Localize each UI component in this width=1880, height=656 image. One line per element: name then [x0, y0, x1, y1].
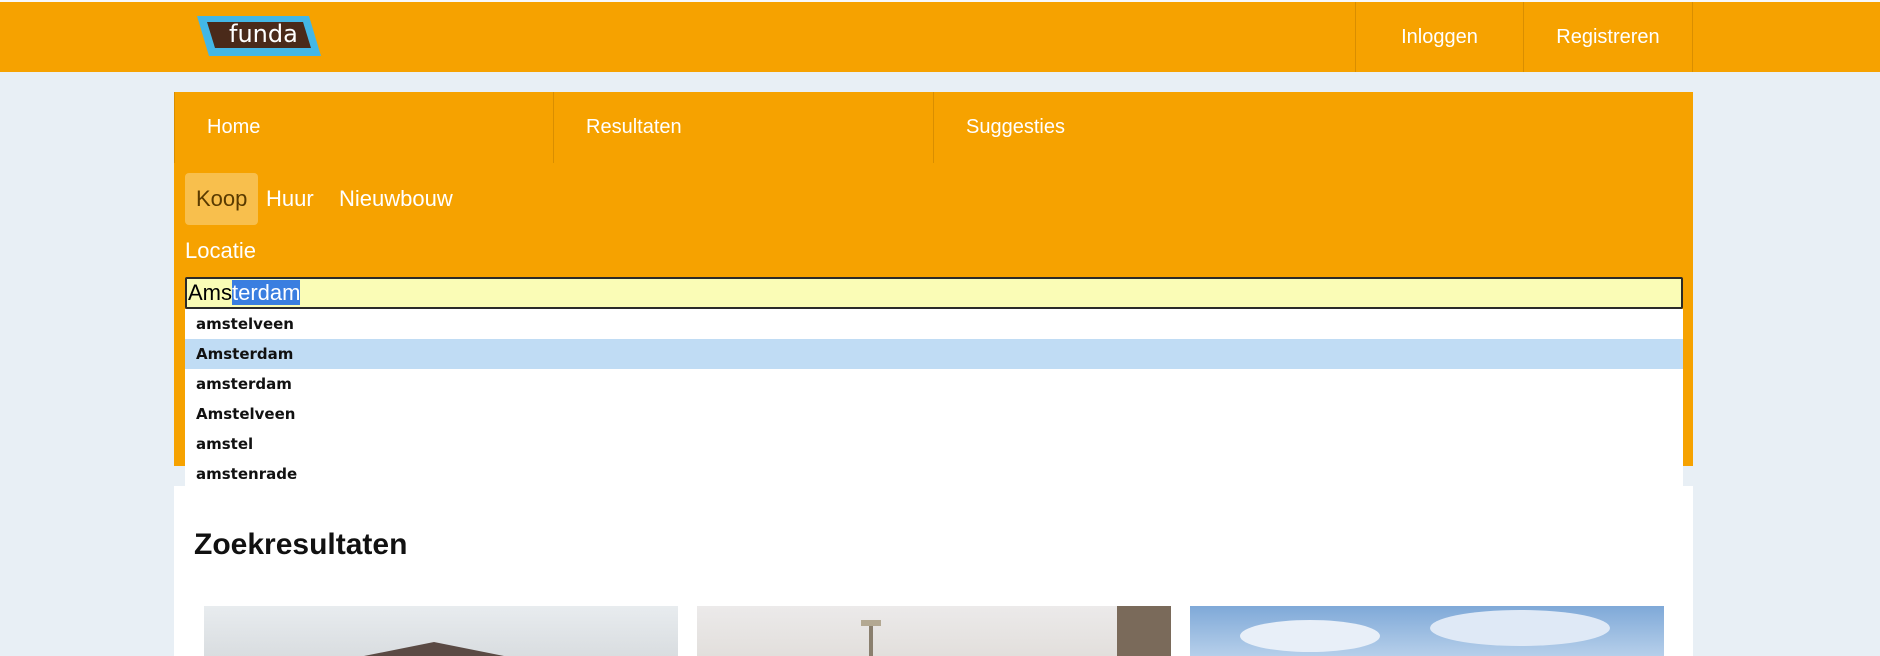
type-rent-button[interactable]: Huur — [258, 173, 322, 225]
tab-suggestions[interactable]: Suggesties — [934, 92, 1314, 163]
autocomplete-dropdown: amstelveen Amsterdam amsterdam Amstelvee… — [185, 309, 1683, 489]
register-link[interactable]: Registreren — [1523, 2, 1693, 72]
house-photo — [364, 642, 504, 656]
location-input[interactable]: Amsterdam — [185, 277, 1683, 309]
tab-results[interactable]: Resultaten — [554, 92, 934, 163]
interior-photo — [861, 606, 1171, 656]
location-typed-text: Ams — [188, 280, 232, 305]
site-header: funda Inloggen Registreren — [0, 2, 1880, 72]
suggestion-item[interactable]: amstelveen — [185, 309, 1683, 339]
type-newbuild-button[interactable]: Nieuwbouw — [330, 173, 462, 225]
suggestion-item[interactable]: amstenrade — [185, 459, 1683, 489]
type-buy-button[interactable]: Koop — [185, 173, 259, 225]
result-card-image[interactable] — [1190, 606, 1664, 656]
suggestion-item[interactable]: Amstelveen — [185, 399, 1683, 429]
suggestion-item[interactable]: amstel — [185, 429, 1683, 459]
results-section: Zoekresultaten — [174, 486, 1693, 656]
results-title: Zoekresultaten — [194, 528, 408, 561]
sky-photo — [1240, 610, 1610, 652]
result-card-image[interactable] — [204, 606, 678, 656]
login-link[interactable]: Inloggen — [1355, 2, 1523, 72]
location-label: Locatie — [185, 238, 256, 263]
tab-home[interactable]: Home — [174, 92, 554, 163]
suggestion-item-active[interactable]: Amsterdam — [185, 339, 1683, 369]
result-card-image[interactable] — [697, 606, 1171, 656]
suggestion-item[interactable]: amsterdam — [185, 369, 1683, 399]
funda-logo[interactable]: funda — [193, 12, 325, 60]
logo-text: funda — [229, 20, 298, 48]
main-tabs: Home Resultaten Suggesties — [174, 92, 1693, 163]
location-autocomplete-selection: terdam — [232, 280, 301, 305]
